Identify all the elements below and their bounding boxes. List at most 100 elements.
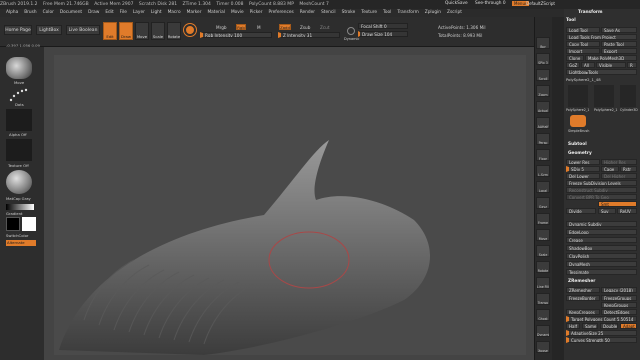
gradient-swatch[interactable] bbox=[6, 204, 34, 210]
menu-zplugin[interactable]: Zplugin bbox=[425, 10, 441, 15]
shelf-rotate-button[interactable]: Rotate bbox=[536, 261, 550, 273]
subtool-section[interactable]: Subtool bbox=[568, 142, 587, 147]
seethrough-slider[interactable]: See-through 0 bbox=[475, 1, 506, 6]
lower-res-button[interactable]: Lower Res bbox=[566, 159, 600, 165]
shelf-frame-button[interactable]: Frame bbox=[536, 213, 550, 225]
menu-edit[interactable]: Edit bbox=[105, 10, 113, 15]
live-boolean-button[interactable]: Live Boolean bbox=[66, 25, 100, 35]
shelf-persp-button[interactable]: Persp bbox=[536, 133, 550, 145]
menu-movie[interactable]: Movie bbox=[231, 10, 244, 15]
menu-macro[interactable]: Macro bbox=[168, 10, 181, 15]
menu-document[interactable]: Document bbox=[60, 10, 82, 15]
shelf-line-fill-polyf-button[interactable]: Line Fill PolyF bbox=[536, 277, 550, 289]
geometry-section[interactable]: Geometry bbox=[568, 151, 592, 156]
shelf-zoom-button[interactable]: Zoom bbox=[536, 85, 550, 97]
double-button[interactable]: Double bbox=[600, 323, 618, 329]
import-button[interactable]: Import bbox=[566, 48, 600, 54]
suv-toggle[interactable]: Suv bbox=[598, 208, 616, 214]
tool-thumb-polysphere-2-icon[interactable] bbox=[594, 85, 614, 107]
shelf-local-button[interactable]: Local bbox=[536, 181, 550, 193]
convert-bpr-button[interactable]: Convert BPR To Geo bbox=[566, 194, 637, 200]
rstr-button[interactable]: Rstr bbox=[620, 166, 637, 172]
shelf-floor-button[interactable]: Floor bbox=[536, 149, 550, 161]
zsub-toggle[interactable]: Zsub bbox=[300, 25, 310, 30]
all-button[interactable]: All bbox=[581, 62, 595, 68]
menu-picker[interactable]: Picker bbox=[250, 10, 263, 15]
texture-thumbnail-icon[interactable] bbox=[6, 139, 32, 161]
claypolish-button[interactable]: ClayPolish bbox=[566, 253, 637, 259]
menu-zscript[interactable]: Zscript bbox=[447, 10, 462, 15]
shelf-ghost-button[interactable]: Ghost bbox=[536, 309, 550, 321]
shelf-bpr-button[interactable]: Bpr bbox=[536, 37, 550, 49]
shelf-gxyz-button[interactable]: Gxyz bbox=[536, 197, 550, 209]
dynamic-icon[interactable] bbox=[347, 27, 355, 35]
menu-transform[interactable]: Transform bbox=[397, 10, 418, 15]
tessimate-button[interactable]: Tessimate bbox=[566, 269, 637, 275]
save-as-button[interactable]: Save As bbox=[601, 27, 637, 33]
cage-button[interactable]: Cage bbox=[601, 166, 619, 172]
brush-sphere-icon[interactable] bbox=[184, 24, 196, 36]
dynamesh-button[interactable]: DynaMesh bbox=[566, 261, 637, 267]
adapt-toggle[interactable]: Adapt bbox=[620, 323, 637, 329]
zremesher-button[interactable]: ZRemesher bbox=[566, 287, 600, 293]
export-button[interactable]: Export bbox=[601, 48, 637, 54]
same-button[interactable]: Same bbox=[582, 323, 598, 329]
visible-button[interactable]: Visible bbox=[596, 62, 626, 68]
zadd-toggle[interactable]: Zadd bbox=[279, 24, 291, 30]
draw-size-slider[interactable]: Draw Size 104 bbox=[358, 31, 408, 37]
shelf-scroll-button[interactable]: Scroll bbox=[536, 69, 550, 81]
lightbox-button[interactable]: LightBox bbox=[36, 25, 62, 35]
menu-texture[interactable]: Texture bbox=[361, 10, 377, 15]
matcap-material-icon[interactable] bbox=[6, 170, 32, 194]
reuv-toggle[interactable]: ReUV bbox=[617, 208, 637, 214]
zremesher-section[interactable]: ZRemesher bbox=[568, 279, 595, 284]
menu-stencil[interactable]: Stencil bbox=[321, 10, 336, 15]
rotate-button[interactable]: Rotate bbox=[167, 22, 181, 40]
half-button[interactable]: Half bbox=[566, 323, 580, 329]
shadowbox-button[interactable]: ShadowBox bbox=[566, 245, 637, 251]
paste-tool-button[interactable]: Paste Tool bbox=[601, 41, 637, 47]
menu-render[interactable]: Render bbox=[300, 10, 315, 15]
menu-alpha[interactable]: Alpha bbox=[6, 10, 18, 15]
higher-res-button[interactable]: Higher Res bbox=[601, 159, 637, 165]
tool-thumb-polysphere-icon[interactable] bbox=[568, 85, 588, 107]
z-intensity-slider[interactable]: Z Intensity 31 bbox=[278, 32, 340, 38]
brush-thumbnail-icon[interactable] bbox=[6, 57, 32, 79]
keep-creases-toggle[interactable]: KeepCreases bbox=[566, 309, 600, 315]
freeze-subdiv-button[interactable]: Freeze SubDivision Levels bbox=[566, 180, 637, 186]
menu-tool[interactable]: Tool bbox=[383, 10, 391, 15]
switch-color-button[interactable]: SwitchColor bbox=[6, 233, 28, 238]
menu-color[interactable]: Color bbox=[43, 10, 54, 15]
rgb-toggle[interactable]: Rgb bbox=[236, 24, 246, 30]
r-button[interactable]: R bbox=[627, 62, 637, 68]
dots-stroke-icon[interactable] bbox=[8, 87, 30, 102]
tool-thumb-cylinder-icon[interactable] bbox=[620, 85, 636, 107]
alternate-button[interactable]: Alternate bbox=[6, 240, 36, 246]
keep-groups-toggle[interactable]: KeepGroups bbox=[601, 302, 637, 308]
divide-button[interactable]: Divide bbox=[566, 208, 596, 214]
home-page-button[interactable]: Home Page bbox=[4, 25, 32, 35]
move-button[interactable]: Move bbox=[135, 22, 149, 40]
adaptive-size-slider[interactable]: AdaptiveSize 25 bbox=[566, 330, 637, 336]
edit-button[interactable]: Edit bbox=[103, 22, 117, 40]
shelf-transp-button[interactable]: Transp bbox=[536, 293, 550, 305]
menu-material[interactable]: Material bbox=[207, 10, 224, 15]
quicksave-button[interactable]: QuickSave bbox=[445, 1, 468, 6]
menu-light[interactable]: Light bbox=[151, 10, 162, 15]
shelf-aahalf-button[interactable]: AAHalf bbox=[536, 117, 550, 129]
freeze-border-toggle[interactable]: FreezeBorder bbox=[566, 295, 600, 301]
menu-brush[interactable]: Brush bbox=[24, 10, 36, 15]
del-lower-button[interactable]: Del Lower bbox=[566, 173, 600, 179]
menu-draw[interactable]: Draw bbox=[88, 10, 99, 15]
dynamic-subdiv-button[interactable]: Dynamic Subdiv bbox=[566, 221, 637, 227]
alpha-thumbnail-icon[interactable] bbox=[6, 109, 32, 131]
crease-button[interactable]: Crease bbox=[566, 237, 637, 243]
shelf-move-button[interactable]: Move bbox=[536, 229, 550, 241]
primary-color-swatch[interactable] bbox=[22, 217, 36, 231]
detect-edges-toggle[interactable]: DetectEdges bbox=[601, 309, 637, 315]
m-toggle[interactable]: M bbox=[257, 25, 261, 30]
default-zscript[interactable]: DefaultZScript bbox=[526, 1, 555, 6]
freeze-groups-toggle[interactable]: FreezeGroups bbox=[601, 295, 637, 301]
edgeloop-button[interactable]: EdgeLoop bbox=[566, 229, 637, 235]
menu-marker[interactable]: Marker bbox=[187, 10, 202, 15]
